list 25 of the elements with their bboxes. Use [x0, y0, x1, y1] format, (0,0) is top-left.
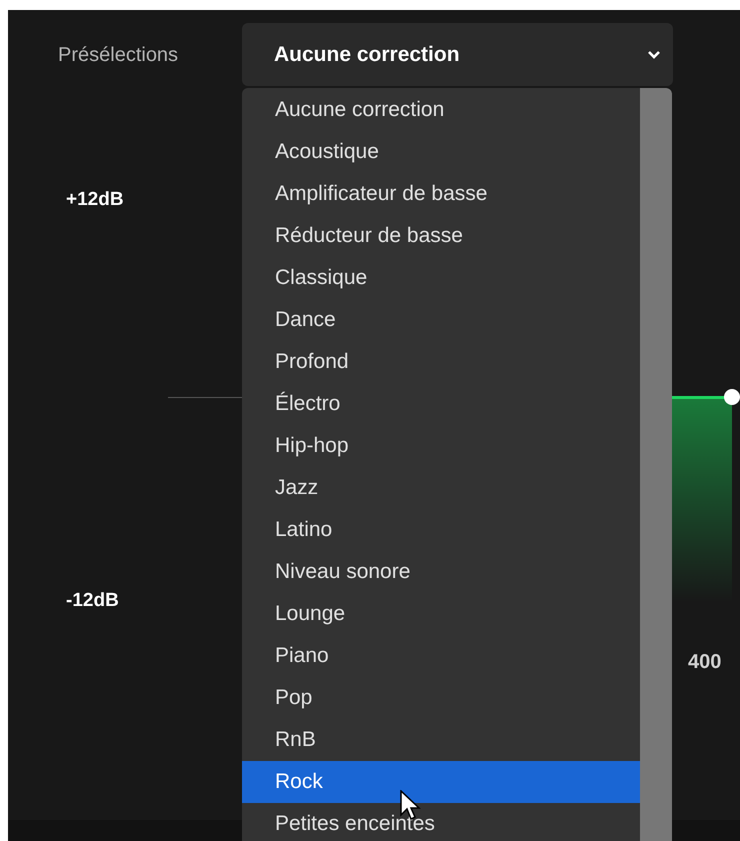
dropdown-option[interactable]: Niveau sonore	[242, 551, 640, 593]
dropdown-option[interactable]: Petites enceintes	[242, 803, 640, 841]
dropdown-option[interactable]: Profond	[242, 341, 640, 383]
dropdown-option[interactable]: Amplificateur de basse	[242, 173, 640, 215]
dropdown-option[interactable]: Latino	[242, 509, 640, 551]
dropdown-option[interactable]: Dance	[242, 299, 640, 341]
dropdown-option[interactable]: Lounge	[242, 593, 640, 635]
dropdown-option[interactable]: Hip-hop	[242, 425, 640, 467]
gain-label: -12dB	[66, 589, 119, 613]
frequency-label: 400	[688, 650, 722, 675]
dropdown-option[interactable]: Électro	[242, 383, 640, 425]
dropdown-option[interactable]: Rock	[242, 761, 640, 803]
gain-label: +12dB	[66, 188, 124, 212]
dropdown-option[interactable]: Acoustique	[242, 131, 640, 173]
presets-dropdown[interactable]: Aucune correction	[242, 23, 673, 86]
dropdown-option[interactable]: Jazz	[242, 467, 640, 509]
dropdown-option[interactable]: Piano	[242, 635, 640, 677]
presets-label: Présélections	[58, 43, 178, 68]
dropdown-option[interactable]: Aucune correction	[242, 89, 640, 131]
scrollbar[interactable]	[640, 88, 672, 841]
dropdown-option[interactable]: Réducteur de basse	[242, 215, 640, 257]
chevron-down-icon	[647, 50, 661, 60]
dropdown-option[interactable]: Pop	[242, 677, 640, 719]
dropdown-option[interactable]: RnB	[242, 719, 640, 761]
dropdown-option[interactable]: Classique	[242, 257, 640, 299]
